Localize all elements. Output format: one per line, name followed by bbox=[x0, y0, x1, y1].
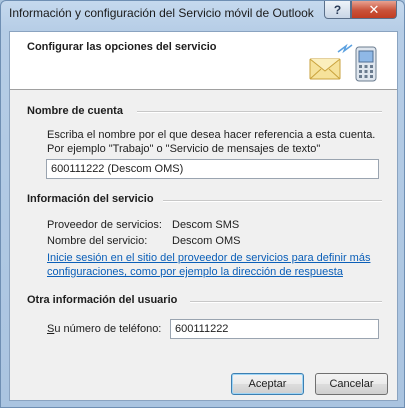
service-name-label: Nombre del servicio: bbox=[47, 235, 148, 247]
phone-number-field[interactable]: 600111222 bbox=[170, 319, 379, 339]
header-panel: Configurar las opciones del servicio bbox=[10, 32, 397, 90]
close-icon: ✕ bbox=[368, 1, 380, 17]
accept-button[interactable]: Aceptar bbox=[231, 373, 304, 395]
provider-value: Descom SMS bbox=[172, 219, 240, 231]
service-name-value: Descom OMS bbox=[172, 235, 241, 247]
close-button[interactable]: ✕ bbox=[351, 1, 397, 19]
window-title: Información y configuración del Servicio… bbox=[9, 6, 314, 20]
user-section-title: Otra información del usuario bbox=[27, 294, 178, 306]
help-button[interactable]: ? bbox=[324, 1, 351, 19]
cancel-button[interactable]: Cancelar bbox=[315, 373, 388, 395]
envelope-phone-icon bbox=[309, 43, 377, 82]
provider-site-link-line1[interactable]: Inicie sesión en el sitio del proveedor … bbox=[47, 252, 370, 264]
section-divider bbox=[137, 111, 382, 113]
dialog-window: Información y configuración del Servicio… bbox=[0, 0, 405, 408]
account-section-title: Nombre de cuenta bbox=[27, 105, 123, 117]
account-description-line1: Escriba el nombre por el que desea hacer… bbox=[47, 129, 376, 141]
account-description-line2: Por ejemplo "Trabajo" o "Servicio de men… bbox=[47, 143, 321, 155]
service-section-title: Información del servicio bbox=[27, 193, 154, 205]
phone-label-rest: u número de teléfono: bbox=[54, 323, 162, 335]
title-bar[interactable]: Información y configuración del Servicio… bbox=[1, 1, 404, 29]
account-name-field[interactable]: 600111222 (Descom OMS) bbox=[46, 159, 379, 179]
page-title: Configurar las opciones del servicio bbox=[27, 41, 217, 53]
phone-label: Su número de teléfono: bbox=[47, 323, 161, 335]
section-divider bbox=[190, 301, 382, 303]
help-icon: ? bbox=[333, 2, 342, 17]
provider-site-link-line2[interactable]: configuraciones, como por ejemplo la dir… bbox=[47, 266, 343, 278]
dialog-client-area: Configurar las opciones del servicio Nom… bbox=[9, 31, 398, 401]
provider-label: Proveedor de servicios: bbox=[47, 219, 162, 231]
section-divider bbox=[163, 200, 382, 202]
